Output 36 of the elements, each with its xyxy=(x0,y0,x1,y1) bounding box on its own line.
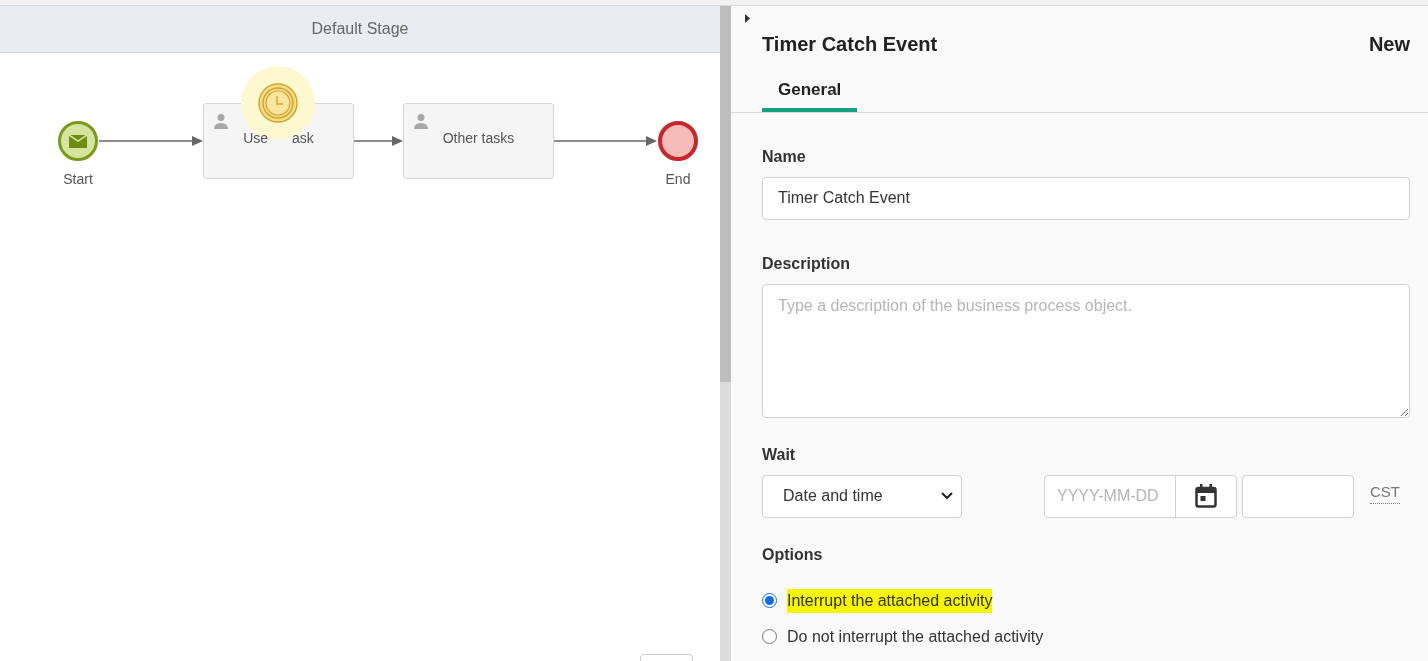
task-node[interactable] xyxy=(403,103,554,179)
person-icon xyxy=(213,113,229,129)
tab[interactable]: General xyxy=(762,77,858,112)
stage-title: Default Stage xyxy=(311,19,409,39)
event-label: Start xyxy=(63,170,93,189)
task-label: Other tasks xyxy=(442,128,515,148)
radio-button[interactable] xyxy=(762,629,777,644)
time-input[interactable] xyxy=(1242,474,1354,518)
task-label: ask xyxy=(292,128,314,148)
connector-arrow xyxy=(353,136,403,146)
event-label: End xyxy=(665,170,691,189)
task-label: Use xyxy=(243,128,269,148)
caret-icon[interactable] xyxy=(745,14,751,23)
scrollbar[interactable] xyxy=(720,6,731,661)
field-label: Wait xyxy=(762,444,797,465)
description-input[interactable]: Type a description of the business process object. xyxy=(762,283,1410,418)
chevron-down-icon xyxy=(941,492,953,500)
start-event[interactable] xyxy=(58,121,98,161)
field-label: Options xyxy=(762,544,824,565)
option-label[interactable]: Do not interrupt the attached activity xyxy=(787,624,1044,649)
field-label: Description xyxy=(762,253,851,274)
end-event[interactable] xyxy=(658,121,698,161)
status-text: New xyxy=(1368,32,1410,57)
name-input[interactable]: Timer Catch Event xyxy=(762,176,1410,220)
envelope-icon xyxy=(69,134,87,148)
wait-type-select[interactable]: Date and time xyxy=(762,474,962,518)
clock-icon xyxy=(258,83,298,123)
panel-title: Timer Catch Event xyxy=(762,32,938,57)
scrollbar-thumb[interactable] xyxy=(720,6,731,382)
calendar-icon[interactable] xyxy=(1195,484,1217,508)
timezone-text: CST xyxy=(1370,480,1400,505)
field-label: Name xyxy=(762,146,807,167)
radio-button[interactable] xyxy=(762,593,777,608)
task-node[interactable] xyxy=(203,66,354,179)
person-icon xyxy=(413,113,429,129)
date-input[interactable]: YYYY-MM-DD xyxy=(1044,474,1237,518)
